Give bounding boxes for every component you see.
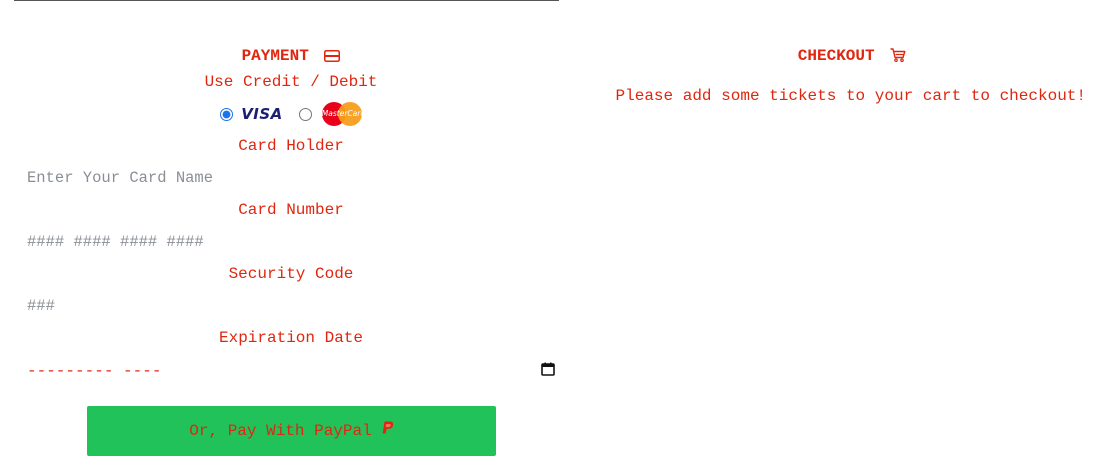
expiration-date-value: --------- ----	[27, 362, 162, 380]
top-divider	[14, 0, 559, 1]
card-type-selector: VISA MasterCard	[14, 96, 568, 132]
payment-title: PAYMENT	[241, 47, 309, 65]
payment-heading: PAYMENT	[14, 44, 568, 68]
card-holder-input[interactable]: Enter Your Card Name	[27, 160, 555, 196]
payment-method-label: Use Credit / Debit	[204, 73, 378, 91]
paypal-icon	[382, 421, 394, 441]
card-number-input[interactable]: #### #### #### ####	[27, 224, 555, 260]
security-code-input[interactable]: ###	[27, 288, 555, 324]
paypal-button-label: Or, Pay With PayPal	[189, 422, 372, 440]
checkout-heading: CHECKOUT	[610, 44, 1094, 68]
checkout-title: CHECKOUT	[797, 47, 875, 65]
expiration-date-input[interactable]: --------- ----	[27, 352, 555, 390]
payment-panel: PAYMENT Use Credit / Debit VISA MasterCa…	[14, 44, 568, 456]
expiration-date-label: Expiration Date	[218, 329, 364, 347]
checkout-panel: CHECKOUT Please add some tickets to your…	[610, 44, 1094, 108]
visa-radio[interactable]	[220, 107, 234, 121]
cart-icon	[890, 46, 906, 70]
mastercard-radio[interactable]	[298, 107, 312, 121]
mastercard-logo: MasterCard	[321, 101, 365, 127]
card-holder-label: Card Holder	[238, 137, 344, 155]
visa-logo: VISA	[241, 105, 283, 123]
credit-card-icon	[324, 46, 341, 70]
card-number-label: Card Number	[238, 201, 344, 219]
empty-cart-message: Please add some tickets to your cart to …	[615, 87, 1086, 105]
calendar-icon[interactable]	[541, 362, 555, 381]
security-code-label: Security Code	[228, 265, 354, 283]
paypal-button[interactable]: Or, Pay With PayPal	[87, 406, 496, 456]
